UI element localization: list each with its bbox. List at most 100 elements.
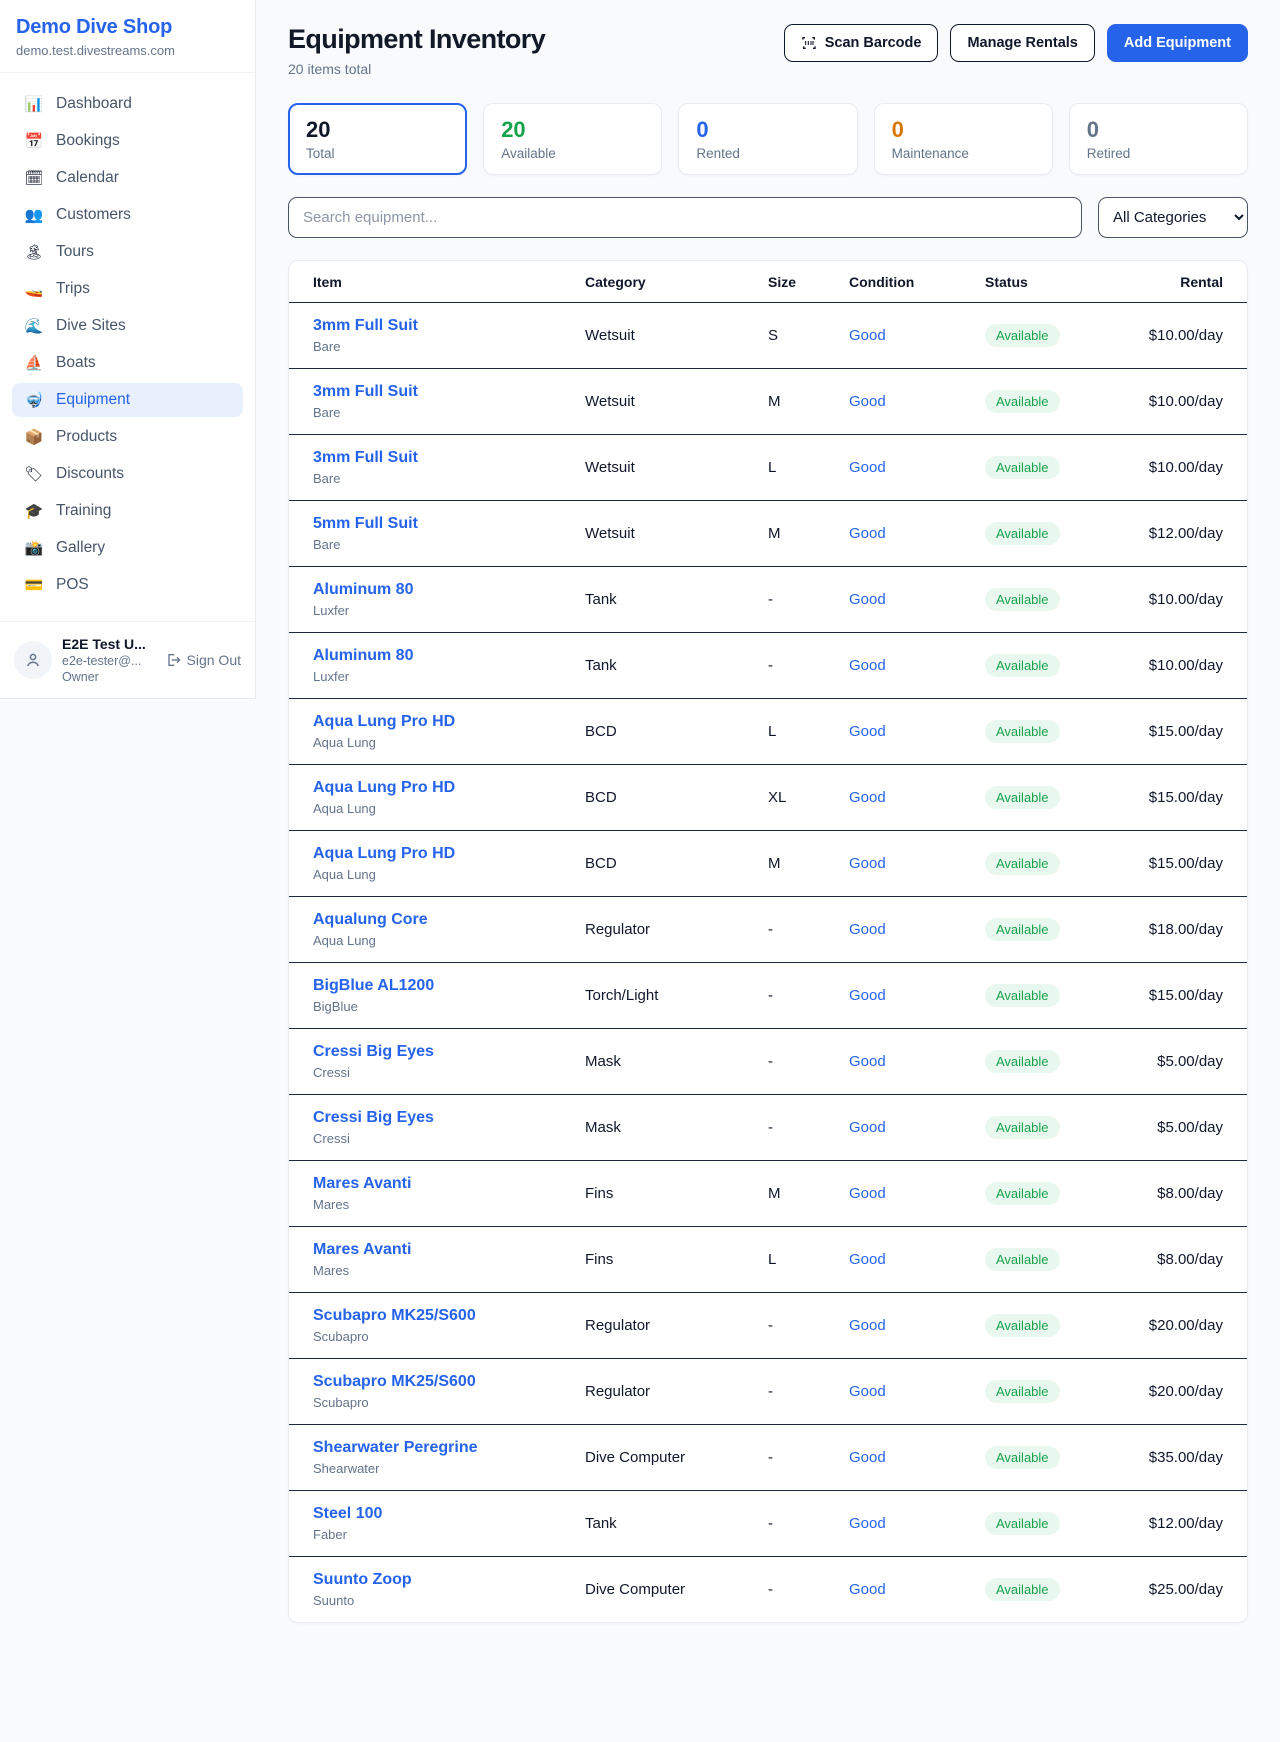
condition-link[interactable]: Good xyxy=(849,921,886,938)
sidebar-item-gallery[interactable]: 📸Gallery xyxy=(12,531,243,565)
cell-condition: Good xyxy=(849,1557,985,1623)
item-brand: Shearwater xyxy=(313,1461,585,1476)
item-name-link[interactable]: 5mm Full Suit xyxy=(313,515,585,533)
condition-link[interactable]: Good xyxy=(849,855,886,872)
sidebar-item-calendar[interactable]: 🗓Calendar xyxy=(12,161,243,195)
cell-condition: Good xyxy=(849,633,985,699)
item-name-link[interactable]: 3mm Full Suit xyxy=(313,317,585,335)
scan-barcode-button[interactable]: Scan Barcode xyxy=(784,24,939,62)
stat-card-maintenance[interactable]: 0Maintenance xyxy=(874,103,1053,175)
stat-value: 20 xyxy=(501,117,644,143)
cell-item: Suunto ZoopSuunto xyxy=(289,1557,585,1623)
condition-link[interactable]: Good xyxy=(849,591,886,608)
item-name-link[interactable]: Aluminum 80 xyxy=(313,647,585,665)
stat-card-available[interactable]: 20Available xyxy=(483,103,662,175)
cell-size: M xyxy=(768,831,849,897)
manage-rentals-button[interactable]: Manage Rentals xyxy=(950,24,1094,62)
condition-link[interactable]: Good xyxy=(849,789,886,806)
sidebar-item-label: Gallery xyxy=(56,539,105,557)
cell-size: - xyxy=(768,963,849,1029)
cell-rental: $10.00/day xyxy=(1131,435,1247,501)
status-badge: Available xyxy=(985,1446,1060,1469)
column-header-status: Status xyxy=(985,261,1131,303)
cell-rental: $10.00/day xyxy=(1131,633,1247,699)
stat-card-total[interactable]: 20Total xyxy=(288,103,467,175)
sidebar-item-discounts[interactable]: 🏷Discounts xyxy=(12,457,243,491)
condition-link[interactable]: Good xyxy=(849,1383,886,1400)
cell-item: Mares AvantiMares xyxy=(289,1227,585,1293)
condition-link[interactable]: Good xyxy=(849,393,886,410)
status-badge: Available xyxy=(985,852,1060,875)
status-badge: Available xyxy=(985,1578,1060,1601)
item-name-link[interactable]: Cressi Big Eyes xyxy=(313,1043,585,1061)
sidebar-item-dive-sites[interactable]: 🌊Dive Sites xyxy=(12,309,243,343)
sidebar-item-customers[interactable]: 👥Customers xyxy=(12,198,243,232)
sign-out-button[interactable]: Sign Out xyxy=(165,652,241,668)
condition-link[interactable]: Good xyxy=(849,1053,886,1070)
cell-item: Steel 100Faber xyxy=(289,1491,585,1557)
sidebar-item-products[interactable]: 📦Products xyxy=(12,420,243,454)
cell-rental: $18.00/day xyxy=(1131,897,1247,963)
equipment-table: Item Category Size Condition Status Rent… xyxy=(289,261,1247,1622)
item-name-link[interactable]: 3mm Full Suit xyxy=(313,383,585,401)
cell-condition: Good xyxy=(849,1359,985,1425)
condition-link[interactable]: Good xyxy=(849,1581,886,1598)
table-row: Cressi Big EyesCressiMask-GoodAvailable$… xyxy=(289,1029,1247,1095)
sidebar-item-bookings[interactable]: 📅Bookings xyxy=(12,124,243,158)
item-name-link[interactable]: Cressi Big Eyes xyxy=(313,1109,585,1127)
condition-link[interactable]: Good xyxy=(849,1185,886,1202)
cell-item: 3mm Full SuitBare xyxy=(289,303,585,369)
sign-out-icon xyxy=(165,652,181,668)
sidebar-item-trips[interactable]: 🚤Trips xyxy=(12,272,243,306)
cell-rental: $8.00/day xyxy=(1131,1227,1247,1293)
cell-status: Available xyxy=(985,369,1131,435)
cell-category: Wetsuit xyxy=(585,435,768,501)
item-name-link[interactable]: Aqualung Core xyxy=(313,911,585,929)
condition-link[interactable]: Good xyxy=(849,1251,886,1268)
condition-link[interactable]: Good xyxy=(849,1119,886,1136)
condition-link[interactable]: Good xyxy=(849,723,886,740)
item-name-link[interactable]: Aqua Lung Pro HD xyxy=(313,713,585,731)
stat-value: 0 xyxy=(696,117,839,143)
item-name-link[interactable]: Aqua Lung Pro HD xyxy=(313,845,585,863)
cell-category: Fins xyxy=(585,1161,768,1227)
cell-item: Aluminum 80 Luxfer xyxy=(289,567,585,633)
condition-link[interactable]: Good xyxy=(849,657,886,674)
item-brand: Luxfer xyxy=(313,603,585,618)
sidebar-item-tours[interactable]: 🏝Tours xyxy=(12,235,243,269)
category-select[interactable]: All Categories xyxy=(1098,197,1248,238)
item-name-link[interactable]: Shearwater Peregrine xyxy=(313,1439,585,1457)
condition-link[interactable]: Good xyxy=(849,327,886,344)
app-root: Demo Dive Shop demo.test.divestreams.com… xyxy=(0,0,1280,1663)
item-name-link[interactable]: BigBlue AL1200 xyxy=(313,977,585,995)
item-name-link[interactable]: Aluminum 80 xyxy=(313,581,585,599)
item-name-link[interactable]: Mares Avanti xyxy=(313,1175,585,1193)
cell-category: Wetsuit xyxy=(585,369,768,435)
item-name-link[interactable]: Suunto Zoop xyxy=(313,1571,585,1589)
stat-card-retired[interactable]: 0Retired xyxy=(1069,103,1248,175)
sidebar-item-dashboard[interactable]: 📊Dashboard xyxy=(12,87,243,121)
cell-status: Available xyxy=(985,567,1131,633)
sidebar-item-training[interactable]: 🎓Training xyxy=(12,494,243,528)
sidebar-item-equipment[interactable]: 🤿Equipment xyxy=(12,383,243,417)
item-name-link[interactable]: Scubapro MK25/S600 xyxy=(313,1373,585,1391)
stat-card-rented[interactable]: 0Rented xyxy=(678,103,857,175)
item-name-link[interactable]: Steel 100 xyxy=(313,1505,585,1523)
condition-link[interactable]: Good xyxy=(849,1515,886,1532)
sidebar-item-pos[interactable]: 💳POS xyxy=(12,568,243,602)
item-name-link[interactable]: 3mm Full Suit xyxy=(313,449,585,467)
condition-link[interactable]: Good xyxy=(849,987,886,1004)
item-name-link[interactable]: Mares Avanti xyxy=(313,1241,585,1259)
sidebar-item-boats[interactable]: ⛵Boats xyxy=(12,346,243,380)
cell-condition: Good xyxy=(849,765,985,831)
item-name-link[interactable]: Aqua Lung Pro HD xyxy=(313,779,585,797)
condition-link[interactable]: Good xyxy=(849,1449,886,1466)
condition-link[interactable]: Good xyxy=(849,525,886,542)
search-input[interactable] xyxy=(288,197,1082,238)
condition-link[interactable]: Good xyxy=(849,459,886,476)
cell-size: - xyxy=(768,1095,849,1161)
sign-out-label: Sign Out xyxy=(187,652,241,668)
condition-link[interactable]: Good xyxy=(849,1317,886,1334)
add-equipment-button[interactable]: Add Equipment xyxy=(1107,24,1248,62)
item-name-link[interactable]: Scubapro MK25/S600 xyxy=(313,1307,585,1325)
